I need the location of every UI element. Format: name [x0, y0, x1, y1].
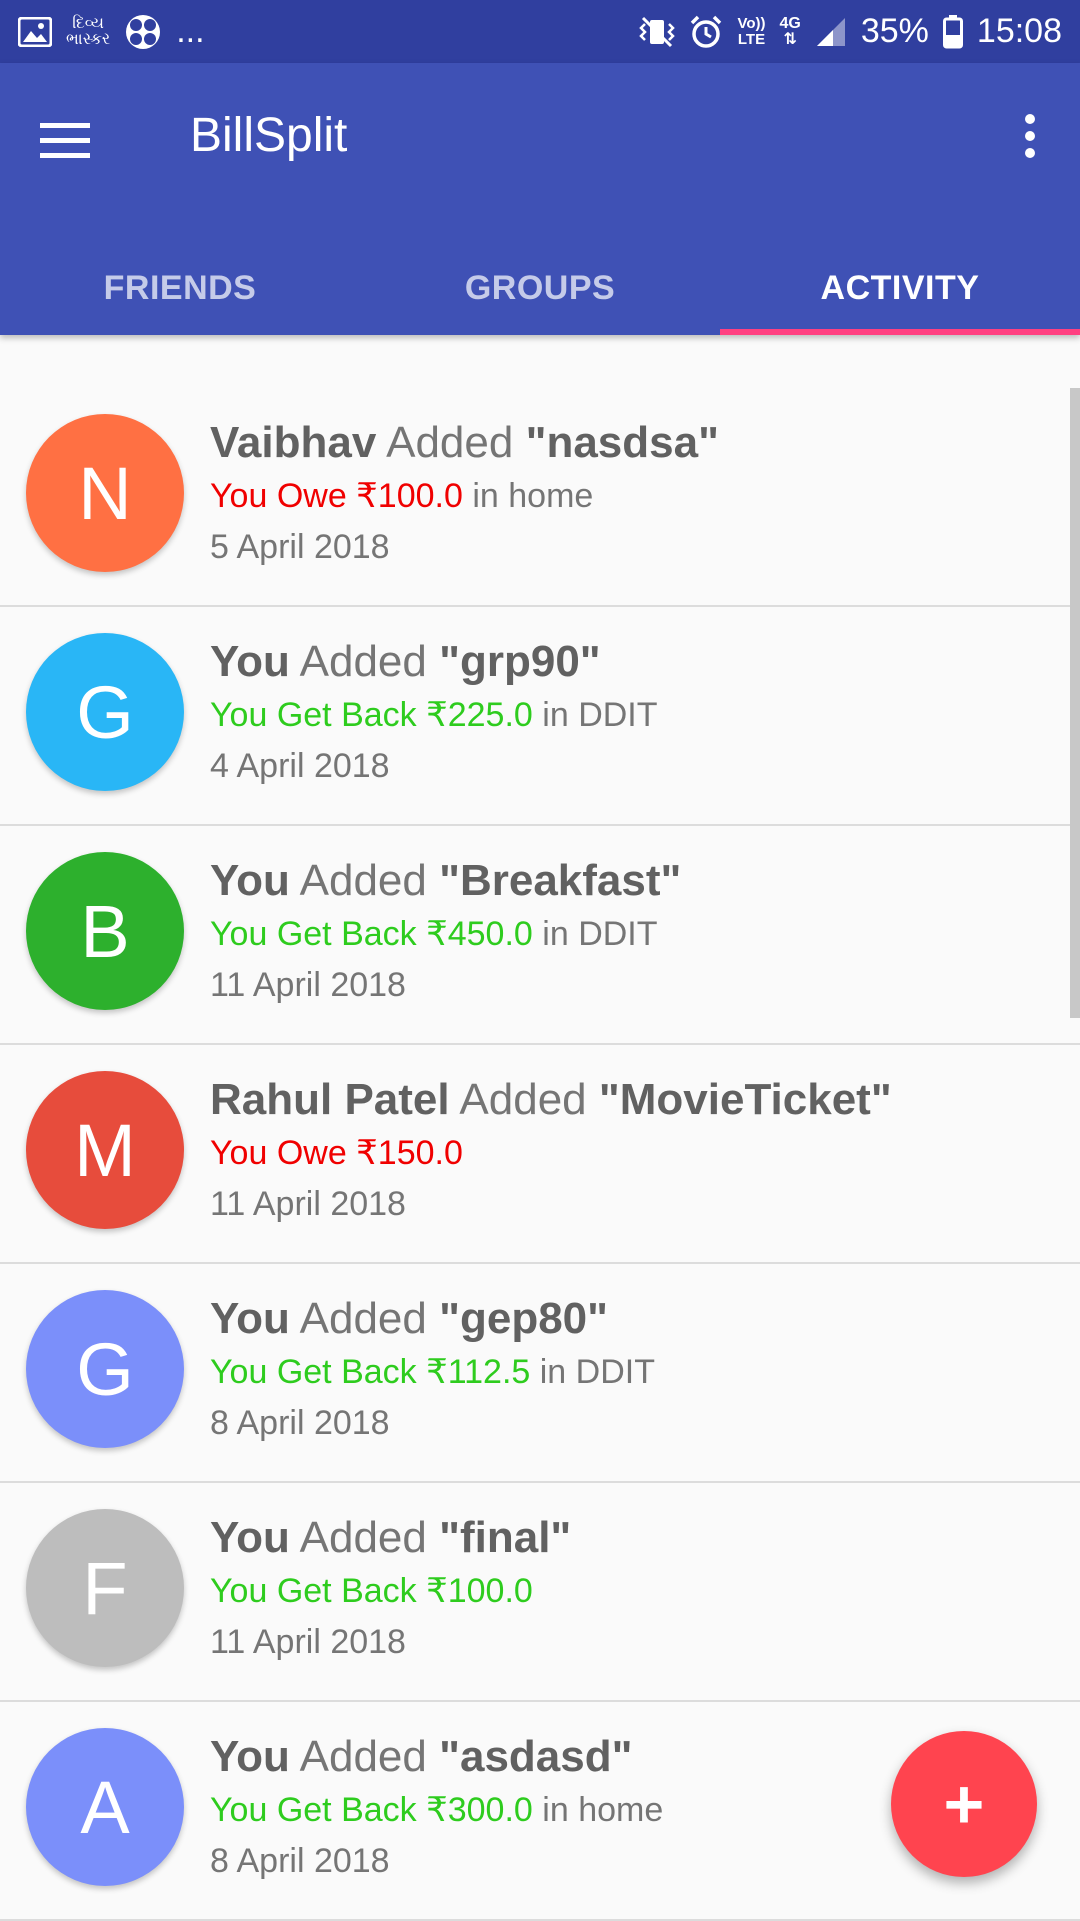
network-4g-icon: 4G ⇅ [779, 14, 801, 48]
add-icon: + [943, 1765, 985, 1843]
tab-activity[interactable]: ACTIVITY [720, 247, 1080, 335]
add-expense-fab[interactable]: + [891, 1731, 1037, 1877]
hamburger-menu-icon [40, 123, 90, 158]
status-bar-left: દિવ્ય ભાસ્કર ... [18, 12, 205, 51]
status-bar-right: Vo)) LTE 4G ⇅ 35% 15:08 [639, 12, 1062, 51]
tab-bar: FRIENDS GROUPS ACTIVITY [0, 247, 1080, 335]
image-icon [18, 16, 52, 47]
activity-date: 8 April 2018 [210, 1404, 390, 1442]
volte-label-line2: LTE [737, 30, 766, 48]
amount-text: You Get Back ₹450.0 [210, 915, 533, 953]
avatar: G [26, 1290, 184, 1448]
more-vert-icon [1025, 114, 1035, 158]
activity-actor: Vaibhav [210, 418, 377, 467]
activity-verb: Added [386, 418, 514, 467]
activity-item: "asdasd" [439, 1732, 633, 1781]
activity-date: 4 April 2018 [210, 747, 390, 785]
news-app-icon: દિવ્ય ભાસ્કર [66, 14, 111, 48]
activity-actor: You [210, 1513, 290, 1562]
activity-verb: Added [299, 856, 427, 905]
avatar: N [26, 414, 184, 572]
group-context: in home [472, 477, 594, 515]
activity-verb: Added [299, 1732, 427, 1781]
status-bar: દિવ્ય ભાસ્કર ... Vo)) LTE 4G ⇅ 35% 15:08 [0, 0, 1080, 63]
avatar: A [26, 1728, 184, 1886]
activity-row[interactable]: G You Added "grp90" You Get Back ₹225.0 … [0, 607, 1080, 826]
network-label: 4G [779, 14, 801, 32]
alarm-icon [689, 15, 723, 49]
activity-verb: Added [459, 1075, 587, 1124]
activity-verb: Added [299, 1513, 427, 1562]
battery-icon [942, 14, 963, 49]
activity-row[interactable]: G You Added "gep80" You Get Back ₹112.5 … [0, 1264, 1080, 1483]
activity-date: 11 April 2018 [210, 1623, 406, 1661]
activity-item: "grp90" [439, 637, 601, 686]
avatar: F [26, 1509, 184, 1667]
news-label-line1: દિવ્ય [72, 14, 105, 32]
group-context: in DDIT [539, 1353, 655, 1391]
amount-text: You Get Back ₹112.5 [210, 1353, 531, 1391]
app-bar: BillSplit FRIENDS GROUPS ACTIVITY [0, 63, 1080, 335]
activity-row[interactable]: F You Added "final" You Get Back ₹100.0 … [0, 1483, 1080, 1702]
activity-date: 11 April 2018 [210, 1185, 406, 1223]
status-ellipsis: ... [176, 12, 205, 50]
mute-vibrate-icon [639, 16, 676, 48]
signal-icon [815, 16, 847, 48]
activity-verb: Added [299, 1294, 427, 1343]
activity-item: "Breakfast" [439, 856, 682, 905]
volte-icon: Vo)) LTE [737, 14, 766, 48]
activity-actor: You [210, 1732, 290, 1781]
activity-item: "MovieTicket" [598, 1075, 892, 1124]
avatar: B [26, 852, 184, 1010]
activity-item: "final" [439, 1513, 572, 1562]
battery-percent: 35% [860, 12, 929, 50]
tab-groups[interactable]: GROUPS [360, 247, 720, 335]
activity-actor: You [210, 856, 290, 905]
menu-button[interactable] [40, 111, 110, 171]
amount-text: You Get Back ₹300.0 [210, 1791, 533, 1829]
status-time: 15:08 [976, 12, 1062, 50]
activity-row[interactable]: M Rahul Patel Added "MovieTicket" You Ow… [0, 1045, 1080, 1264]
tab-friends[interactable]: FRIENDS [0, 247, 360, 335]
group-context: in DDIT [542, 915, 658, 953]
amount-text: You Owe ₹100.0 [210, 477, 463, 515]
activity-actor: Rahul Patel [210, 1075, 450, 1124]
app-title: BillSplit [190, 109, 348, 162]
activity-row[interactable]: N Vaibhav Added "nasdsa" You Owe ₹100.0 … [0, 388, 1080, 607]
activity-row[interactable]: B You Added "Breakfast" You Get Back ₹45… [0, 826, 1080, 1045]
activity-date: 5 April 2018 [210, 528, 390, 566]
activity-actor: You [210, 637, 290, 686]
activity-actor: You [210, 1294, 290, 1343]
fan-icon [124, 13, 162, 51]
group-context: in DDIT [542, 696, 658, 734]
news-label-line2: ભાસ્કર [66, 30, 111, 48]
volte-label-line1: Vo)) [737, 14, 766, 32]
list-scrollbar[interactable] [1070, 388, 1080, 1018]
group-context: in home [542, 1791, 664, 1829]
activity-date: 11 April 2018 [210, 966, 406, 1004]
activity-item: "gep80" [439, 1294, 608, 1343]
amount-text: You Get Back ₹225.0 [210, 696, 533, 734]
overflow-menu-button[interactable] [1002, 107, 1058, 175]
activity-list: N Vaibhav Added "nasdsa" You Owe ₹100.0 … [0, 388, 1080, 1921]
activity-verb: Added [299, 637, 427, 686]
amount-text: You Owe ₹150.0 [210, 1134, 463, 1172]
avatar: G [26, 633, 184, 791]
activity-item: "nasdsa" [525, 418, 719, 467]
amount-text: You Get Back ₹100.0 [210, 1572, 533, 1610]
avatar: M [26, 1071, 184, 1229]
